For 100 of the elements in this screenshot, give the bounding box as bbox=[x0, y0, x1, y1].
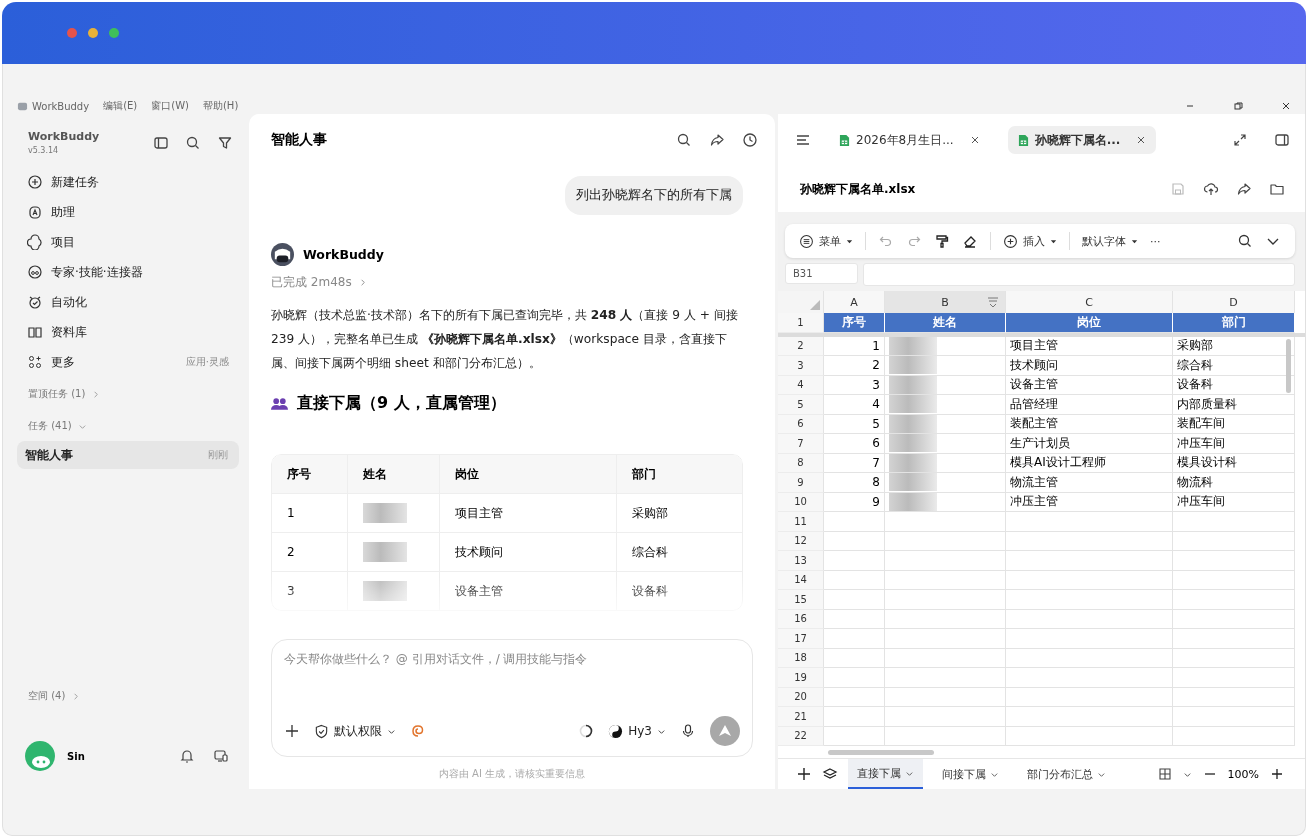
upload-icon[interactable] bbox=[1203, 181, 1219, 197]
plus-icon[interactable] bbox=[284, 723, 300, 739]
table-cell: 2 bbox=[824, 356, 885, 376]
caret-icon bbox=[1050, 237, 1057, 245]
user-message: 列出孙晓辉名下的所有下属 bbox=[565, 176, 743, 215]
menu-dropdown[interactable]: 菜单 bbox=[799, 233, 853, 249]
insert-dropdown[interactable]: 插入 bbox=[1003, 233, 1057, 249]
history-icon[interactable] bbox=[742, 132, 758, 148]
sheet-tab[interactable]: 部门分布汇总 bbox=[1018, 759, 1115, 789]
zoom-in-icon[interactable] bbox=[1269, 766, 1285, 782]
table-cell: 设备科 bbox=[616, 572, 742, 610]
table-cell: 物流科 bbox=[1173, 473, 1295, 493]
share-icon[interactable] bbox=[709, 132, 725, 148]
table-cell: 设备主管 bbox=[1006, 375, 1173, 395]
table-cell: 9 bbox=[824, 492, 885, 512]
minimize-dot-icon[interactable] bbox=[88, 28, 98, 38]
microphone-icon[interactable] bbox=[680, 723, 696, 739]
caret-icon bbox=[846, 237, 853, 245]
column-header[interactable]: D bbox=[1173, 291, 1295, 313]
header-cell: 部门 bbox=[1173, 313, 1295, 333]
section-toggle[interactable]: 置顶任务 (1) bbox=[17, 379, 239, 409]
section-toggle[interactable]: 任务 (41) bbox=[17, 411, 239, 441]
section-toggle[interactable]: 空间 (4) bbox=[17, 681, 239, 711]
zoom-dot-icon[interactable] bbox=[109, 28, 119, 38]
close-icon[interactable] bbox=[1281, 101, 1291, 111]
restore-icon[interactable] bbox=[1233, 101, 1243, 111]
search-icon[interactable] bbox=[676, 132, 692, 148]
blurred-name bbox=[363, 581, 407, 601]
formula-field[interactable] bbox=[863, 263, 1295, 286]
menu-item[interactable]: 帮助(H) bbox=[202, 99, 239, 113]
disclaimer-text: 内容由 AI 生成，请核实重要信息 bbox=[437, 767, 587, 781]
file-tab[interactable]: 孙晓辉下属名... bbox=[1007, 126, 1157, 154]
column-header[interactable]: A bbox=[824, 291, 885, 313]
grid-view-icon[interactable] bbox=[1156, 766, 1173, 782]
avatar-icon[interactable] bbox=[25, 741, 55, 771]
sheet-tab[interactable]: 直接下属 bbox=[848, 759, 923, 789]
table-cell: 技术顾问 bbox=[1006, 356, 1173, 376]
nav-item[interactable]: 新建任务 bbox=[17, 167, 239, 197]
devices-icon[interactable] bbox=[213, 748, 229, 764]
share-icon[interactable] bbox=[1236, 181, 1252, 197]
apps-icon bbox=[27, 354, 43, 370]
search-icon[interactable] bbox=[185, 134, 201, 151]
row-number: 19 bbox=[778, 668, 824, 688]
panel-toggle-icon[interactable] bbox=[1274, 132, 1290, 148]
caret-icon bbox=[1131, 237, 1138, 245]
row-number: 21 bbox=[778, 707, 824, 727]
project-icon bbox=[27, 234, 43, 250]
format-painter-icon[interactable] bbox=[934, 233, 950, 249]
permission-dropdown[interactable]: 默认权限 bbox=[314, 722, 396, 740]
nav-item[interactable]: 专家·技能·连接器 bbox=[17, 257, 239, 287]
zoom-level: 100% bbox=[1227, 767, 1259, 781]
font-dropdown[interactable]: 默认字体 bbox=[1082, 233, 1138, 249]
nav-item[interactable]: 更多 应用·灵感 bbox=[17, 347, 239, 377]
file-tab[interactable]: 2026年8月生日... bbox=[829, 126, 990, 154]
name-box[interactable]: B31 bbox=[785, 263, 858, 284]
folder-icon[interactable] bbox=[1269, 181, 1285, 197]
nav-item[interactable]: 助理 bbox=[17, 197, 239, 227]
bell-icon[interactable] bbox=[179, 748, 195, 764]
scrollbar[interactable] bbox=[828, 750, 934, 755]
nav-item[interactable]: 项目 bbox=[17, 227, 239, 257]
list-circle-icon bbox=[799, 233, 814, 249]
task-item[interactable]: 智能人事 刚刚 bbox=[17, 441, 239, 469]
status-link[interactable]: 已完成 2m48s bbox=[271, 274, 367, 291]
column-header: 姓名 bbox=[347, 455, 439, 493]
spiral-icon[interactable] bbox=[410, 723, 426, 739]
column-header[interactable]: B bbox=[885, 291, 1006, 313]
table-cell: 综合科 bbox=[616, 533, 742, 571]
column-header: 岗位 bbox=[439, 455, 616, 493]
menu-item[interactable]: 编辑(E) bbox=[103, 99, 138, 113]
search-icon[interactable] bbox=[1237, 233, 1253, 249]
close-dot-icon[interactable] bbox=[67, 28, 77, 38]
blurred-name bbox=[889, 356, 937, 375]
row-number: 3 bbox=[778, 356, 824, 376]
close-icon[interactable] bbox=[969, 135, 980, 145]
menu-icon[interactable] bbox=[795, 132, 811, 148]
row-number: 9 bbox=[778, 473, 824, 493]
sheet-tab[interactable]: 间接下属 bbox=[933, 759, 1008, 789]
table-cell: 冲压主管 bbox=[1006, 492, 1173, 512]
close-icon[interactable] bbox=[1136, 135, 1147, 145]
filter-icon[interactable] bbox=[217, 134, 233, 151]
plus-icon[interactable] bbox=[796, 766, 812, 782]
bot-avatar-icon bbox=[271, 243, 294, 266]
file-name: 孙晓辉下属名单.xlsx bbox=[800, 180, 916, 198]
nav-item[interactable]: 自动化 bbox=[17, 287, 239, 317]
row-number: 2 bbox=[778, 336, 824, 356]
row-number: 15 bbox=[778, 590, 824, 610]
new-chat-icon bbox=[27, 174, 43, 190]
model-dropdown[interactable]: Hy3 bbox=[608, 723, 666, 739]
table-cell-text: 2 bbox=[286, 544, 296, 561]
column-header[interactable]: C bbox=[1006, 291, 1173, 313]
nav-item[interactable]: 资料库 bbox=[17, 317, 239, 347]
more-button[interactable]: ··· bbox=[1150, 234, 1161, 248]
table-cell: 项目主管 bbox=[1006, 336, 1173, 356]
table-cell: 冲压车间 bbox=[1173, 492, 1295, 512]
arrow-up-icon bbox=[717, 723, 733, 739]
menu-item[interactable]: 窗口(W) bbox=[151, 99, 189, 113]
expand-icon[interactable] bbox=[1232, 132, 1248, 148]
sidebar-toggle-icon[interactable] bbox=[153, 134, 169, 151]
scrollbar[interactable] bbox=[1286, 339, 1291, 393]
table-cell: 采购部 bbox=[616, 494, 742, 532]
